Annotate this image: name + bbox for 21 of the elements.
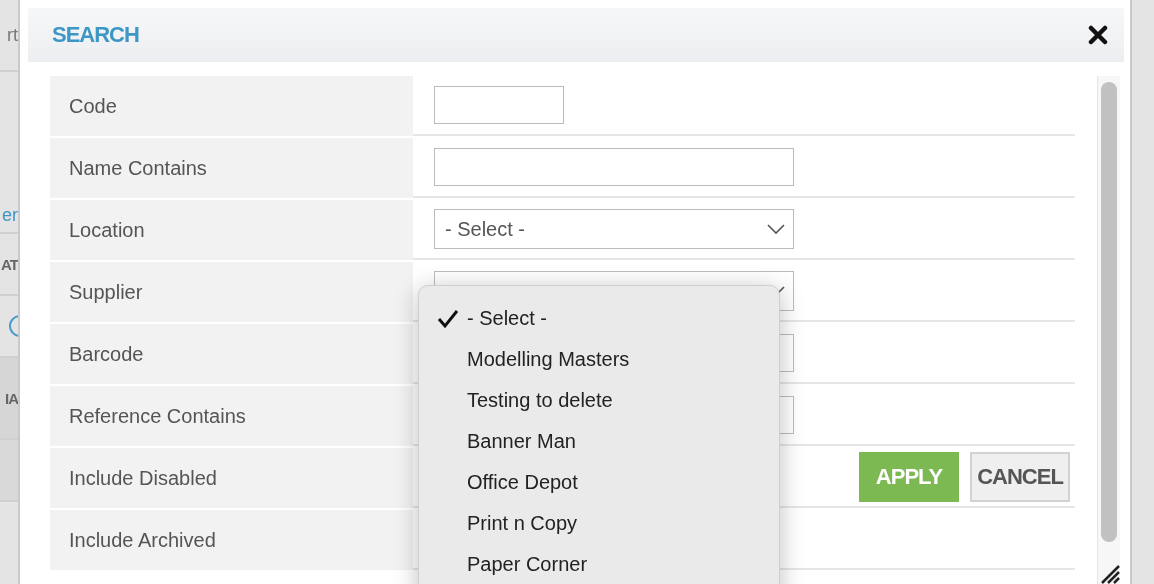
field-label: Include Archived [50, 510, 413, 570]
field-label: Name Contains [50, 138, 413, 198]
field-label: Include Disabled [50, 448, 413, 508]
field-label: Reference Contains [50, 386, 413, 446]
dialog-title: SEARCH [52, 22, 139, 48]
background-text: AT [1, 255, 18, 273]
background-text: rt [7, 24, 18, 46]
dropdown-option[interactable]: - Select - [419, 298, 779, 339]
dropdown-option[interactable]: Testing to delete [419, 380, 779, 421]
dropdown-option[interactable]: Print n Copy [419, 503, 779, 544]
cancel-button[interactable]: CANCEL [970, 452, 1070, 502]
dropdown-option[interactable]: Banner Man [419, 421, 779, 462]
field-label: Location [50, 200, 413, 260]
dropdown-option[interactable]: Modelling Masters [419, 339, 779, 380]
dropdown-option[interactable]: Office Depot [419, 462, 779, 503]
field-label: Code [50, 76, 413, 136]
field-label: Barcode [50, 324, 413, 384]
dropdown-option[interactable]: Paper Corner [419, 544, 779, 584]
field-label: Supplier [50, 262, 413, 322]
background-text: IA [5, 389, 18, 407]
select-field[interactable]: - Select - [434, 209, 794, 249]
